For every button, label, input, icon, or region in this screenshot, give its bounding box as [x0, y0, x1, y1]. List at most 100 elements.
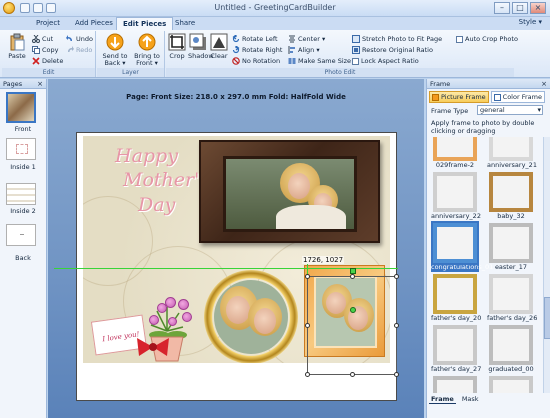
pages-close-icon[interactable]: ×	[37, 79, 43, 89]
rotation-handle[interactable]	[350, 268, 356, 274]
center-handle[interactable]	[350, 307, 356, 313]
frame-gallery-item[interactable]	[487, 376, 535, 393]
frame-gallery-label: father's day_20	[431, 314, 482, 322]
frame-thumbnail[interactable]	[489, 376, 533, 393]
picture-frame-option[interactable]: Picture Frame	[429, 91, 489, 103]
crop-button[interactable]: Crop	[168, 33, 186, 60]
card-title-line-2[interactable]: Mother's	[123, 170, 209, 191]
auto-crop-checkbox[interactable]: Auto Crop Photo	[456, 34, 518, 44]
frame-thumbnail[interactable]	[489, 223, 533, 263]
frame-thumbnail[interactable]	[431, 221, 479, 265]
frame-thumbnail[interactable]	[433, 376, 477, 393]
frame-gallery-item[interactable]: congratulations_01	[431, 221, 493, 272]
card-title-line-3[interactable]: Day	[138, 195, 175, 216]
wooden-picture-frame[interactable]	[199, 140, 380, 243]
frame-gallery-item[interactable]: anniversary_22	[431, 172, 481, 221]
center-dropdown[interactable]: Center ▾	[288, 34, 325, 44]
close-button[interactable]: ×	[530, 2, 546, 14]
selection-box[interactable]	[305, 268, 399, 377]
color-frame-option[interactable]: Color Frame	[490, 91, 545, 103]
no-rotation-button[interactable]: No Rotation	[232, 56, 280, 66]
card-title-line-1[interactable]: Happy	[115, 146, 178, 167]
rotate-left-button[interactable]: Rotate Left	[232, 34, 278, 44]
frame-thumbnail[interactable]	[489, 274, 533, 314]
shadow-button[interactable]: Shadow	[188, 33, 214, 60]
auto-crop-check[interactable]	[456, 35, 463, 43]
frame-thumbnail[interactable]	[489, 137, 533, 161]
minimize-button[interactable]: –	[494, 2, 510, 14]
frame-thumbnail[interactable]	[489, 325, 533, 365]
send-to-back-icon	[106, 33, 124, 51]
frame-gallery-item[interactable]: easter_17	[487, 223, 535, 272]
restore-ratio-button[interactable]: Restore Original Ratio	[352, 45, 433, 55]
clear-button[interactable]: Clear	[210, 33, 228, 60]
resize-handle-e[interactable]	[394, 323, 399, 328]
maximize-button[interactable]: □	[512, 2, 528, 14]
align-dropdown[interactable]: Align ▾	[288, 45, 320, 55]
frame-thumbnail[interactable]	[433, 172, 477, 212]
stretch-photo-button[interactable]: Stretch Photo to Fit Page	[352, 34, 442, 44]
frame-gallery-item[interactable]	[431, 376, 479, 393]
frame-gallery-item[interactable]: father's day_26	[487, 274, 537, 323]
bring-to-front-icon	[138, 33, 156, 51]
photo-clothing	[276, 205, 346, 229]
gallery-scroll-thumb[interactable]	[544, 297, 550, 339]
tab-project[interactable]: Project	[30, 17, 66, 30]
framed-photo-mother-child[interactable]	[223, 156, 357, 232]
edit-group: Paste Cut Copy Delete Undo Redo Edit	[2, 31, 96, 77]
resize-handle-s[interactable]	[350, 372, 355, 377]
frame-panel-close-icon[interactable]: ×	[541, 79, 547, 89]
page-info: Page: Front Size: 218.0 x 297.0 mm Fold:…	[126, 93, 346, 101]
resize-handle-sw[interactable]	[305, 372, 310, 377]
ring-photo-mother-child[interactable]	[214, 280, 288, 354]
frame-gallery-item[interactable]: baby_32	[487, 172, 535, 221]
scissors-icon	[32, 35, 40, 43]
delete-button[interactable]: Delete	[32, 56, 63, 66]
rotate-right-button[interactable]: Rotate Right	[232, 45, 282, 55]
tab-mask[interactable]: Mask	[460, 395, 481, 404]
paste-icon	[10, 33, 25, 51]
frame-gallery-item[interactable]: father's day_27	[431, 325, 481, 374]
page-thumb-back[interactable]	[6, 224, 36, 246]
pages-panel-header: Pages ×	[0, 79, 46, 89]
style-menu[interactable]: Style ▾	[519, 18, 542, 26]
center-icon	[289, 35, 295, 43]
resize-handle-ne[interactable]	[394, 274, 399, 279]
frame-panel-title: Frame	[430, 80, 451, 88]
tab-add-pieces[interactable]: Add Pieces	[69, 17, 119, 30]
frame-gallery-item[interactable]: father's day_20	[431, 274, 482, 323]
frame-type-select[interactable]: general	[477, 105, 543, 115]
tab-edit-pieces[interactable]: Edit Pieces	[116, 17, 174, 30]
canvas-area[interactable]: Page: Front Size: 218.0 x 297.0 mm Fold:…	[48, 79, 424, 418]
frame-panel: Frame × Picture Frame Color Frame Frame …	[426, 79, 550, 418]
cut-button[interactable]: Cut	[32, 34, 53, 44]
copy-button[interactable]: Copy	[32, 45, 59, 55]
tab-frame[interactable]: Frame	[429, 395, 456, 404]
lock-aspect-check[interactable]	[352, 57, 359, 65]
frame-gallery-item[interactable]: graduated_00	[487, 325, 535, 374]
gallery-scrollbar[interactable]	[543, 137, 550, 393]
page-thumb-inside-2[interactable]	[6, 183, 36, 205]
frame-help-text: Apply frame to photo by double clicking …	[431, 119, 535, 135]
page-thumb-inside-1[interactable]	[6, 138, 36, 160]
undo-button[interactable]: Undo	[66, 34, 93, 44]
tab-share[interactable]: Share	[169, 17, 201, 30]
bring-to-front-button[interactable]: Bring to Front ▾	[131, 33, 163, 67]
frame-thumbnail[interactable]	[433, 325, 477, 365]
frame-thumbnail[interactable]	[433, 137, 477, 161]
send-to-back-button[interactable]: Send to Back ▾	[100, 33, 130, 67]
make-same-size-dropdown[interactable]: Make Same Size ▾	[288, 56, 356, 66]
resize-handle-n[interactable]	[350, 274, 355, 279]
resize-handle-se[interactable]	[394, 372, 399, 377]
frame-gallery-item[interactable]: anniversary_21	[487, 137, 537, 170]
resize-handle-w[interactable]	[305, 323, 310, 328]
page-thumb-front[interactable]	[6, 92, 36, 123]
frame-thumbnail[interactable]	[489, 172, 533, 212]
frame-thumbnail[interactable]	[433, 274, 477, 314]
frame-gallery-item[interactable]: 029frame-2	[431, 137, 479, 170]
lock-aspect-checkbox[interactable]: Lock Aspect Ratio	[352, 56, 419, 66]
paste-button[interactable]: Paste	[6, 33, 28, 60]
resize-handle-nw[interactable]	[305, 274, 310, 279]
layer-group-label: Layer	[97, 68, 164, 77]
redo-button[interactable]: Redo	[66, 45, 92, 55]
